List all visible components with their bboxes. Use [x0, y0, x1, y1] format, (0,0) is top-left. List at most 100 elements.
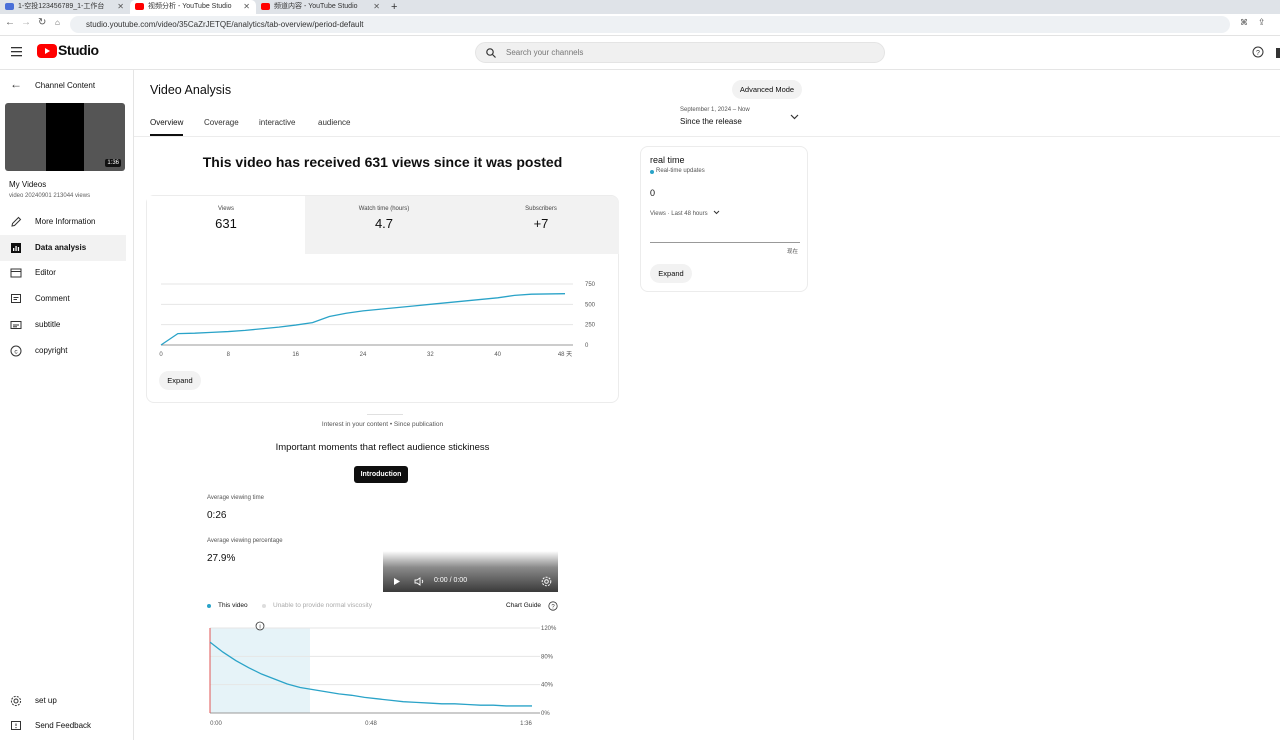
- y-tick-label: 250: [585, 323, 596, 329]
- divider: [367, 414, 403, 415]
- tab-coverage[interactable]: Coverage: [204, 118, 239, 127]
- sidebar-item-label: More Information: [35, 217, 96, 226]
- x-tick-label: 0: [159, 352, 163, 358]
- avg-view-pct-label: Average viewing percentage: [207, 538, 283, 544]
- info-icon-glyph: i: [259, 624, 260, 630]
- y-tick-label: 0%: [541, 711, 550, 717]
- browser-address-bar: ← → ↻ ⌂ studio.youtube.com/video/35CaZrJ…: [0, 14, 1280, 36]
- pencil-icon: [11, 216, 22, 227]
- browser-tab[interactable]: 频道内容 - YouTube Studio ✕: [256, 0, 386, 14]
- sidebar-item-label: Comment: [35, 294, 70, 303]
- translate-icon[interactable]: ⌘: [1240, 18, 1248, 27]
- tab-interactive[interactable]: interactive: [259, 118, 295, 127]
- hamburger-menu-icon[interactable]: [11, 47, 23, 57]
- sidebar-item-editor[interactable]: Editor: [0, 260, 126, 286]
- realtime-card: real time Real-time updates 0 Views · La…: [640, 146, 808, 292]
- browser-tab-bar: 1-空投123456789_1-工作台 ✕ 视频分析 - YouTube Stu…: [0, 0, 1280, 14]
- gear-icon: [10, 695, 22, 707]
- help-icon[interactable]: ?: [1252, 46, 1264, 58]
- home-icon[interactable]: ⌂: [55, 18, 60, 27]
- sidebar-item-label: Data analysis: [35, 243, 87, 252]
- sidebar-item-subtitle[interactable]: subtitle: [0, 312, 126, 338]
- close-icon[interactable]: ✕: [243, 0, 250, 14]
- reload-icon[interactable]: ↻: [38, 17, 46, 28]
- video-subtitle: video 20240901 213044 views: [9, 193, 91, 199]
- tab-overview[interactable]: Overview: [150, 118, 183, 127]
- advanced-mode-button[interactable]: Advanced Mode: [732, 80, 802, 99]
- y-tick-label: 40%: [541, 683, 554, 689]
- sidebar: ← Channel Content 1:36 My Videos video 2…: [0, 70, 134, 740]
- x-tick-label: 32: [427, 352, 434, 358]
- browser-tab-label: 1-空投123456789_1-工作台: [18, 3, 105, 10]
- browser-tab-active[interactable]: 视频分析 - YouTube Studio ✕: [130, 0, 256, 14]
- period-selector[interactable]: September 1, 2024 – Now Since the releas…: [680, 104, 802, 128]
- video-title: My Videos: [9, 180, 47, 189]
- introduction-button[interactable]: Introduction: [354, 466, 408, 483]
- play-icon[interactable]: [393, 577, 401, 586]
- video-player[interactable]: 0:00 / 0:00: [383, 551, 558, 592]
- volume-icon[interactable]: [414, 577, 426, 586]
- url-field[interactable]: studio.youtube.com/video/35CaZrJETQE/ana…: [70, 16, 1230, 33]
- close-icon[interactable]: ✕: [373, 0, 380, 14]
- sidebar-item-data-analysis[interactable]: Data analysis: [0, 235, 126, 261]
- gear-icon[interactable]: [541, 576, 552, 587]
- account-avatar[interactable]: [1276, 48, 1280, 58]
- x-tick-label: 48 天: [558, 351, 572, 358]
- y-tick-label: 0: [585, 343, 589, 349]
- metric-views[interactable]: Views 631: [147, 196, 305, 254]
- metric-label: Views: [218, 206, 234, 212]
- new-tab-icon[interactable]: +: [391, 0, 397, 14]
- realtime-period-selector[interactable]: Views · Last 48 hours: [650, 202, 720, 217]
- sidebar-item-label: Editor: [35, 268, 56, 277]
- comment-icon: [11, 294, 21, 303]
- realtime-title: real time: [650, 155, 685, 165]
- sidebar-item-copyright[interactable]: c copyright: [0, 338, 126, 364]
- page-title: Video Analysis: [150, 83, 232, 97]
- sidebar-item-send-feedback[interactable]: Send Feedback: [0, 713, 126, 739]
- realtime-expand-button[interactable]: Expand: [650, 264, 692, 283]
- forward-arrow-icon[interactable]: →: [21, 17, 31, 28]
- help-icon: ?: [548, 601, 558, 611]
- x-tick-label: 16: [292, 352, 299, 358]
- y-tick-label: 500: [585, 302, 596, 308]
- search-input[interactable]: Search your channels: [475, 42, 885, 63]
- x-tick-label: 1:36: [520, 721, 532, 727]
- y-tick-label: 80%: [541, 654, 554, 660]
- sidebar-item-settings[interactable]: set up: [0, 688, 126, 714]
- share-icon[interactable]: ⇪: [1258, 17, 1266, 28]
- feedback-icon: [11, 721, 21, 730]
- close-icon[interactable]: ✕: [117, 0, 124, 14]
- period-range: September 1, 2024 – Now: [680, 107, 750, 113]
- tab-audience[interactable]: audience: [318, 118, 350, 127]
- legend-dot: [262, 604, 266, 608]
- moments-title: Important moments that reflect audience …: [275, 442, 490, 453]
- youtube-logo-icon: [37, 44, 57, 58]
- metric-subscribers[interactable]: Subscribers +7: [463, 196, 619, 254]
- sidebar-item-more-information[interactable]: More Information: [0, 209, 126, 235]
- browser-tab[interactable]: 1-空投123456789_1-工作台 ✕: [0, 0, 130, 14]
- retention-line-chart: 0% 40% 80% 120% 0:00 0:48 1:36 i: [209, 621, 557, 727]
- chevron-down-icon: [790, 114, 799, 120]
- back-to-channel-content[interactable]: ← Channel Content: [0, 76, 134, 96]
- metric-watch-time[interactable]: Watch time (hours) 4.7: [305, 196, 463, 254]
- sidebar-item-label: set up: [35, 696, 57, 705]
- avg-view-pct: 27.9%: [207, 553, 236, 564]
- realtime-views-label: Views · Last 48 hours: [650, 211, 708, 217]
- back-arrow-icon[interactable]: ←: [5, 17, 15, 28]
- metric-value: 4.7: [374, 216, 394, 231]
- metric-value: +7: [533, 216, 549, 231]
- expand-button[interactable]: Expand: [159, 371, 201, 390]
- interest-caption: Interest in your content • Since publica…: [321, 421, 444, 428]
- sidebar-item-comment[interactable]: Comment: [0, 286, 126, 312]
- svg-text:?: ?: [1256, 50, 1260, 57]
- editor-icon: [10, 268, 22, 278]
- live-dot-icon: [650, 170, 654, 174]
- sidebar-item-label: subtitle: [35, 320, 61, 329]
- legend-label: Unable to provide normal viscosity: [273, 602, 372, 609]
- copyright-icon: c: [10, 345, 22, 357]
- sidebar-item-label: copyright: [35, 346, 68, 355]
- app-header: Studio Search your channels ?: [0, 36, 1280, 70]
- realtime-baseline: [650, 242, 800, 243]
- video-thumbnail[interactable]: 1:36: [5, 103, 125, 171]
- subtitle-icon: [10, 321, 22, 329]
